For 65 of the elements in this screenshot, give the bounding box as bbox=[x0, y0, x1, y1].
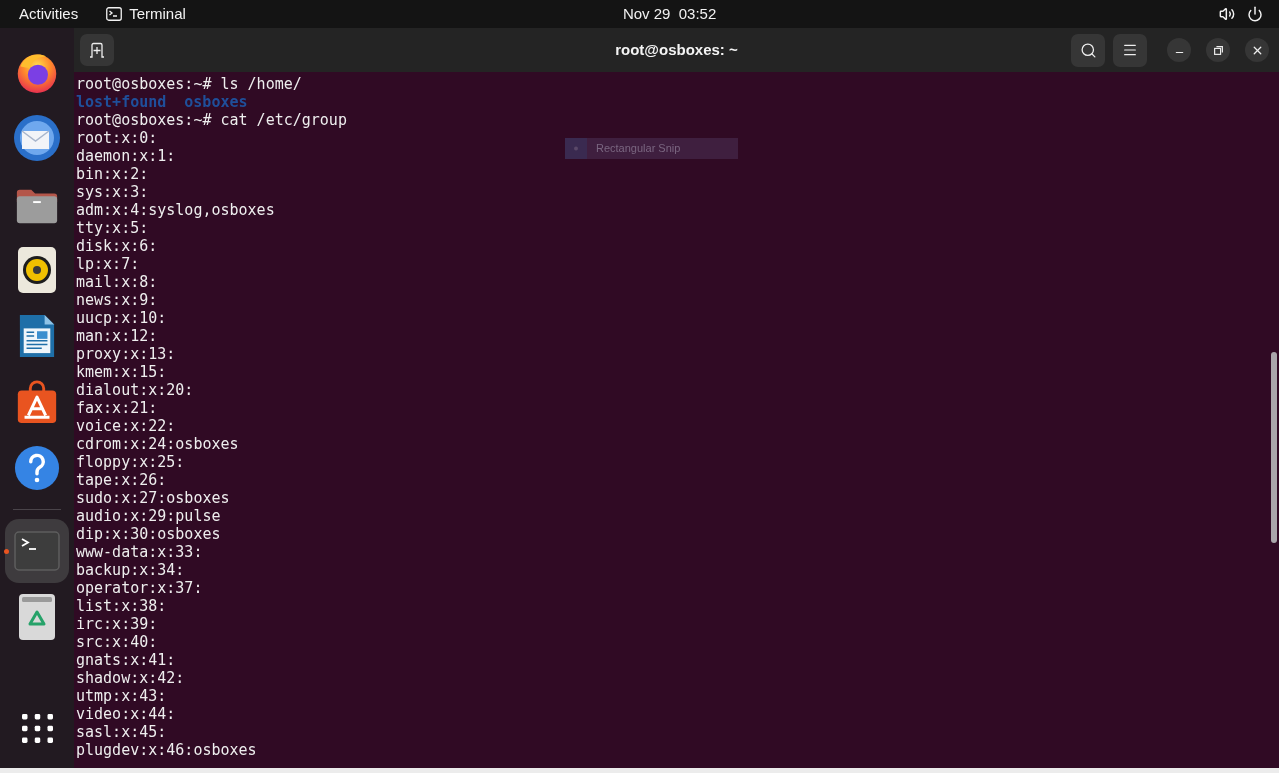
snip-label: Rectangular Snip bbox=[596, 141, 681, 157]
scrollbar[interactable] bbox=[1271, 352, 1277, 543]
terminal-icon bbox=[106, 7, 123, 21]
power-icon bbox=[1247, 6, 1263, 22]
terminal-line: dialout:x:20: bbox=[76, 381, 194, 399]
speaker-icon bbox=[18, 247, 56, 293]
terminal-line: cdrom:x:24:osboxes bbox=[76, 435, 239, 453]
terminal-line: root@osboxes:~# ls /home/ bbox=[76, 75, 302, 93]
window-title: root@osboxes: ~ bbox=[615, 39, 738, 60]
terminal-line: root@osboxes:~# cat /etc/group bbox=[76, 111, 347, 129]
clock[interactable]: Nov 29 03:52 bbox=[619, 2, 720, 26]
terminal-line: backup:x:34: bbox=[76, 561, 185, 579]
trash-icon bbox=[19, 594, 55, 640]
terminal-line: irc:x:39: bbox=[76, 615, 158, 633]
help-icon bbox=[14, 445, 60, 491]
terminal-line: sasl:x:45: bbox=[76, 723, 167, 741]
menu-icon bbox=[1122, 42, 1138, 58]
tile-icon bbox=[565, 138, 587, 159]
terminal-line: plugdev:x:46:osboxes bbox=[76, 741, 257, 759]
terminal-line: tape:x:26: bbox=[76, 471, 167, 489]
terminal-line: utmp:x:43: bbox=[76, 687, 167, 705]
new-tab-button[interactable] bbox=[80, 34, 114, 66]
search-button[interactable] bbox=[1071, 33, 1105, 67]
directory-name: osboxes bbox=[184, 93, 248, 111]
terminal-line: fax:x:21: bbox=[76, 399, 158, 417]
terminal-line: proxy:x:13: bbox=[76, 345, 176, 363]
terminal-line: dip:x:30:osboxes bbox=[76, 525, 221, 543]
terminal-line: kmem:x:15: bbox=[76, 363, 167, 381]
envelope-icon bbox=[13, 114, 61, 162]
restore-icon bbox=[1213, 45, 1223, 55]
document-icon bbox=[18, 313, 56, 359]
directory-name: lost+found bbox=[76, 93, 167, 111]
terminal-line: audio:x:29:pulse bbox=[76, 507, 221, 525]
volume-icon bbox=[1219, 6, 1235, 22]
terminal-line: lp:x:7: bbox=[76, 255, 140, 273]
new-tab-icon bbox=[89, 42, 105, 58]
restore-button[interactable] bbox=[1206, 38, 1230, 62]
terminal-line: gnats:x:41: bbox=[76, 651, 176, 669]
terminal-icon bbox=[14, 531, 60, 571]
terminal-line: voice:x:22: bbox=[76, 417, 176, 435]
terminal-line: www-data:x:33: bbox=[76, 543, 203, 561]
terminal-line: mail:x:8: bbox=[76, 273, 158, 291]
terminal-line: root:x:0: bbox=[76, 129, 158, 147]
terminal-line: tty:x:5: bbox=[76, 219, 149, 237]
terminal-line: bin:x:2: bbox=[76, 165, 149, 183]
terminal-line: sys:x:3: bbox=[76, 183, 149, 201]
terminal-line: floppy:x:25: bbox=[76, 453, 185, 471]
terminal-line: disk:x:6: bbox=[76, 237, 158, 255]
app-grid-icon bbox=[21, 713, 53, 743]
terminal-line: sudo:x:27:osboxes bbox=[76, 489, 230, 507]
search-icon bbox=[1079, 41, 1097, 59]
terminal-line: operator:x:37: bbox=[76, 579, 203, 597]
terminal-line: src:x:40: bbox=[76, 633, 158, 651]
terminal-line: video:x:44: bbox=[76, 705, 176, 723]
terminal-line: man:x:12: bbox=[76, 327, 158, 345]
terminal-line: list:x:38: bbox=[76, 597, 167, 615]
terminal-line: daemon:x:1: bbox=[76, 147, 176, 165]
app-menu[interactable]: Terminal bbox=[105, 2, 187, 26]
activities-button[interactable]: Activities bbox=[10, 2, 88, 26]
menu-button[interactable] bbox=[1113, 33, 1147, 67]
terminal-line: adm:x:4:syslog,osboxes bbox=[76, 201, 275, 219]
terminal-line: shadow:x:42: bbox=[76, 669, 185, 687]
close-button[interactable] bbox=[1245, 38, 1269, 62]
terminal-line: news:x:9: bbox=[76, 291, 158, 309]
terminal-line: uucp:x:10: bbox=[76, 309, 167, 327]
